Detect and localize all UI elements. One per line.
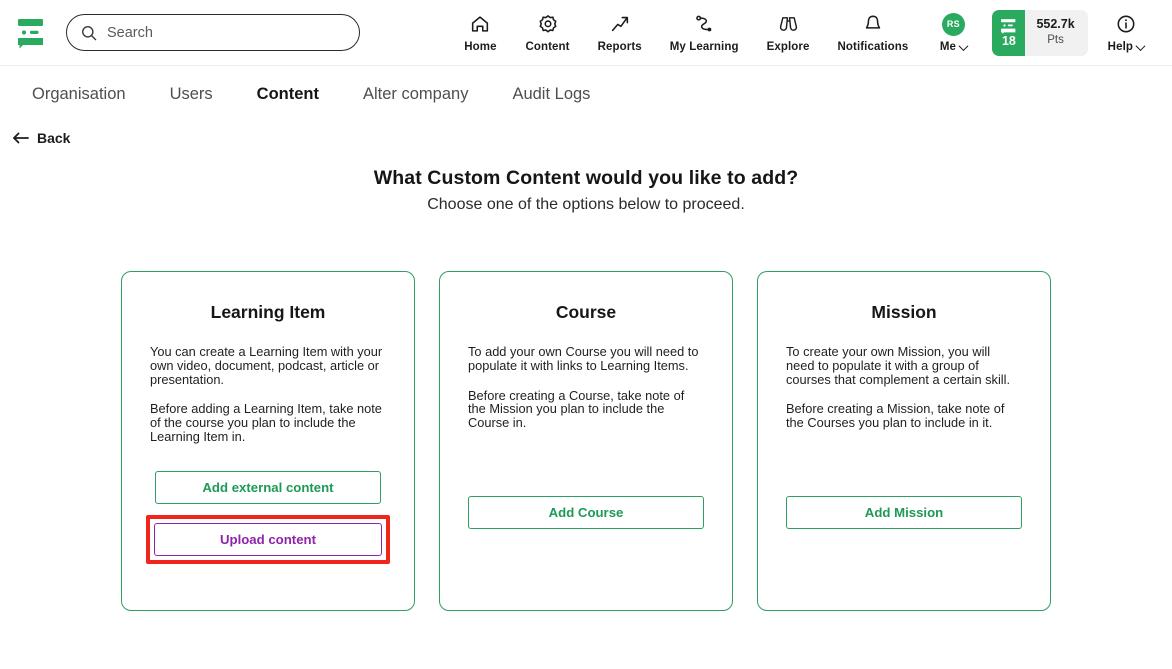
upload-content-button[interactable]: Upload content — [154, 523, 382, 556]
points-value: 552.7k — [1036, 16, 1075, 31]
card-paragraph-2: Before creating a Mission, take note of … — [786, 401, 1005, 431]
nav-label-explore: Explore — [766, 41, 810, 53]
card-paragraph-1: To create your own Mission, you will nee… — [786, 344, 1011, 387]
app-logo[interactable] — [10, 11, 54, 55]
card-title-course: Course — [555, 302, 617, 322]
nav-item-home[interactable]: Home — [449, 12, 511, 53]
points-unit: Pts — [1047, 33, 1064, 46]
arrow-left-icon — [13, 132, 29, 144]
primary-nav: Home Content Reports My Learning Explore… — [449, 9, 1158, 56]
card-title-learning-item: Learning Item — [210, 302, 326, 322]
nav-label-notifications: Notifications — [837, 41, 909, 53]
tab-content[interactable]: Content — [235, 85, 341, 104]
me-label-text: Me — [939, 41, 957, 53]
card-title-mission: Mission — [871, 302, 937, 322]
nav-label-my-reports: Reports — [597, 41, 642, 53]
avatar-initials: RS — [941, 12, 965, 36]
card-body-mission: To create your own Mission, you will nee… — [786, 345, 1022, 430]
card-paragraph-1: You can create a Learning Item with your… — [150, 344, 383, 387]
gear-icon — [537, 12, 559, 36]
nav-label-my-learning: My Learning — [669, 41, 739, 53]
tab-organisation[interactable]: Organisation — [10, 85, 148, 104]
trending-up-arrow-icon — [609, 12, 631, 36]
help-label-text: Help — [1107, 41, 1133, 53]
card-course[interactable]: Course To add your own Course you will n… — [439, 271, 733, 611]
nav-item-notifications[interactable]: Notifications — [823, 12, 922, 53]
search-input[interactable] — [107, 24, 345, 41]
add-mission-button[interactable]: Add Mission — [786, 496, 1022, 529]
card-actions-learning-item: Add external content Upload content — [146, 471, 390, 610]
card-actions-course: Add Course — [468, 496, 704, 610]
section-tabs: Organisation Users Content Alter company… — [0, 66, 1172, 122]
card-body-course: To add your own Course you will need to … — [468, 345, 704, 430]
card-actions-mission: Add Mission — [786, 496, 1022, 610]
info-circle-icon — [1115, 12, 1137, 36]
binoculars-icon — [777, 12, 800, 36]
card-paragraph-1: To add your own Course you will need to … — [468, 344, 699, 373]
points-level-value: 18 — [1001, 34, 1016, 49]
nav-item-content[interactable]: Content — [511, 12, 583, 53]
card-mission[interactable]: Mission To create your own Mission, you … — [757, 271, 1051, 611]
nav-label-content: Content — [525, 41, 570, 53]
highlight-box: Upload content — [146, 515, 390, 564]
tab-users[interactable]: Users — [148, 85, 235, 104]
points-widget[interactable]: 18 552.7k Pts — [992, 9, 1088, 56]
nav-label-help: Help — [1107, 40, 1146, 53]
nav-label-home: Home — [464, 41, 497, 53]
nav-item-my-learning[interactable]: My Learning — [656, 12, 753, 53]
content-type-cards: Learning Item You can create a Learning … — [0, 271, 1172, 611]
nav-item-me[interactable]: RS Me — [922, 12, 984, 53]
home-icon — [469, 12, 491, 36]
search-bar[interactable] — [66, 14, 360, 51]
tab-audit-logs[interactable]: Audit Logs — [490, 85, 612, 104]
back-button[interactable]: Back — [12, 130, 70, 146]
points-level-badge: 18 — [992, 9, 1026, 56]
card-learning-item[interactable]: Learning Item You can create a Learning … — [121, 271, 415, 611]
top-header: Home Content Reports — [0, 0, 1172, 66]
page-title: What Custom Content would you like to ad… — [373, 167, 799, 189]
card-paragraph-2: Before creating a Course, take note of t… — [468, 387, 685, 431]
path-route-icon — [693, 12, 715, 36]
add-course-button[interactable]: Add Course — [468, 496, 704, 529]
nav-item-explore[interactable]: Explore — [753, 12, 824, 53]
add-external-content-button[interactable]: Add external content — [155, 471, 381, 504]
back-row: Back — [0, 122, 1172, 149]
quiz-bubble-logo-icon — [18, 18, 43, 48]
avatar: RS — [941, 12, 965, 36]
search-icon — [82, 25, 97, 40]
chevron-down-icon[interactable] — [958, 40, 969, 51]
card-body-learning-item: You can create a Learning Item with your… — [150, 345, 386, 444]
tab-alter-company[interactable]: Alter company — [341, 85, 490, 104]
bell-icon — [862, 12, 884, 36]
quiz-bubble-logo-icon-small — [1000, 19, 1016, 35]
back-label: Back — [37, 130, 71, 146]
nav-item-help[interactable]: Help — [1094, 12, 1158, 53]
page-subtitle: Choose one of the options below to proce… — [427, 196, 745, 213]
nav-label-me: Me — [939, 40, 969, 53]
points-total: 552.7k Pts — [1025, 9, 1088, 56]
nav-item-reports[interactable]: Reports — [584, 12, 656, 53]
card-paragraph-2: Before adding a Learning Item, take note… — [150, 401, 382, 445]
chevron-down-icon[interactable] — [1135, 40, 1146, 51]
